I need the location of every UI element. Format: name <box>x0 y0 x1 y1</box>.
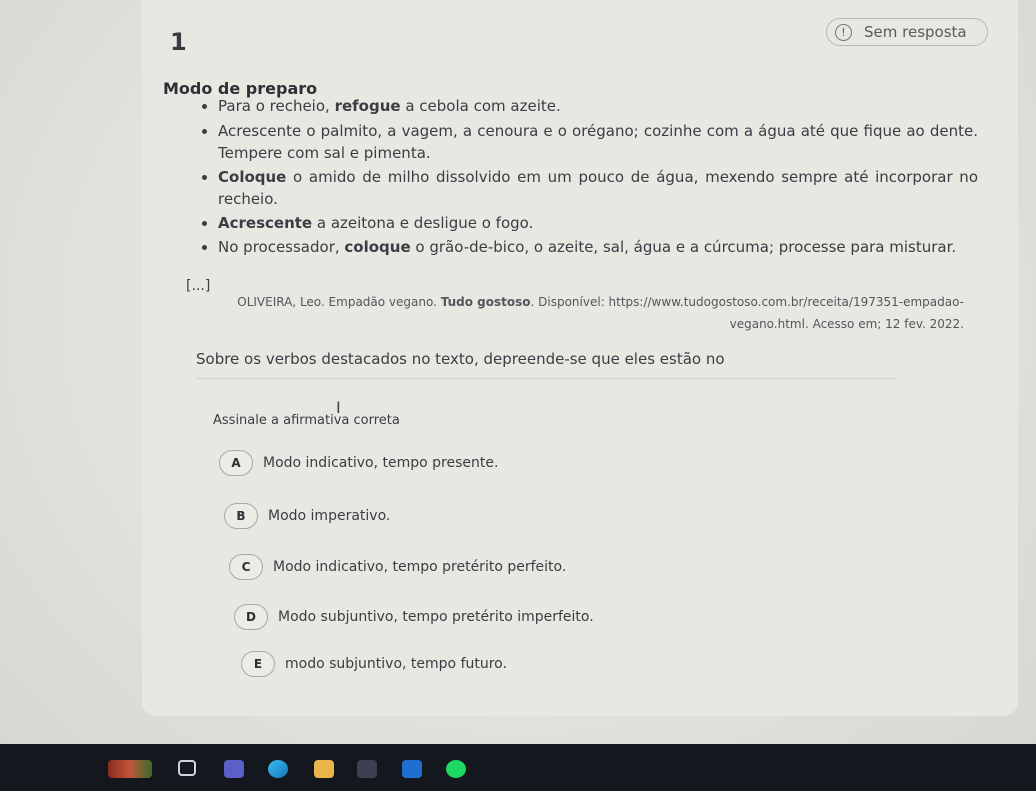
list-item: Para o recheio, refogue a cebola com aze… <box>218 95 978 117</box>
option-text: modo subjuntivo, tempo futuro. <box>285 656 507 672</box>
spotify-icon[interactable] <box>446 760 466 778</box>
option-text: Modo indicativo, tempo pretérito perfeit… <box>273 559 567 575</box>
option-text: Modo indicativo, tempo presente. <box>263 455 499 471</box>
edge-icon[interactable] <box>268 760 288 778</box>
teams-icon[interactable] <box>224 760 244 778</box>
list-item: Acrescente o palmito, a vagem, a cenoura… <box>218 120 978 164</box>
answer-status-label: Sem resposta <box>864 23 967 41</box>
info-icon: ! <box>835 23 852 41</box>
divider <box>196 378 896 379</box>
taskview-icon[interactable] <box>178 760 196 776</box>
question-number: 1 <box>170 28 187 56</box>
option-a[interactable]: A Modo indicativo, tempo presente. <box>219 450 498 476</box>
answer-status-badge: ! Sem resposta <box>826 18 988 46</box>
outlook-icon[interactable] <box>402 760 422 778</box>
list-item: Acrescente a azeitona e desligue o fogo. <box>218 212 978 234</box>
option-text: Modo imperativo. <box>268 508 391 524</box>
weather-icon[interactable] <box>108 760 152 778</box>
option-letter: E <box>241 651 275 677</box>
source-citation: OLIVEIRA, Leo. Empadão vegano. Tudo gost… <box>237 295 964 331</box>
option-c[interactable]: C Modo indicativo, tempo pretérito perfe… <box>229 554 566 580</box>
list-item: Coloque o amido de milho dissolvido em u… <box>218 166 978 210</box>
option-e[interactable]: E modo subjuntivo, tempo futuro. <box>241 651 507 677</box>
option-letter: B <box>224 503 258 529</box>
option-letter: A <box>219 450 253 476</box>
file-explorer-icon[interactable] <box>314 760 334 778</box>
store-icon[interactable] <box>357 760 377 778</box>
question-prompt: Sobre os verbos destacados no texto, dep… <box>196 350 725 368</box>
taskbar <box>0 744 1036 791</box>
option-letter: D <box>234 604 268 630</box>
list-item: No processador, coloque o grão-de-bico, … <box>218 236 978 258</box>
instruction-text: Assinale a afirmativa correta <box>213 413 400 428</box>
option-text: Modo subjuntivo, tempo pretérito imperfe… <box>278 609 594 625</box>
option-b[interactable]: B Modo imperativo. <box>224 503 390 529</box>
option-d[interactable]: D Modo subjuntivo, tempo pretérito imper… <box>234 604 594 630</box>
option-letter: C <box>229 554 263 580</box>
recipe-steps-list: Para o recheio, refogue a cebola com aze… <box>198 93 978 258</box>
text-cursor-icon: I <box>336 398 341 417</box>
screen: 1 ! Sem resposta Modo de preparo Para o … <box>0 0 1036 791</box>
